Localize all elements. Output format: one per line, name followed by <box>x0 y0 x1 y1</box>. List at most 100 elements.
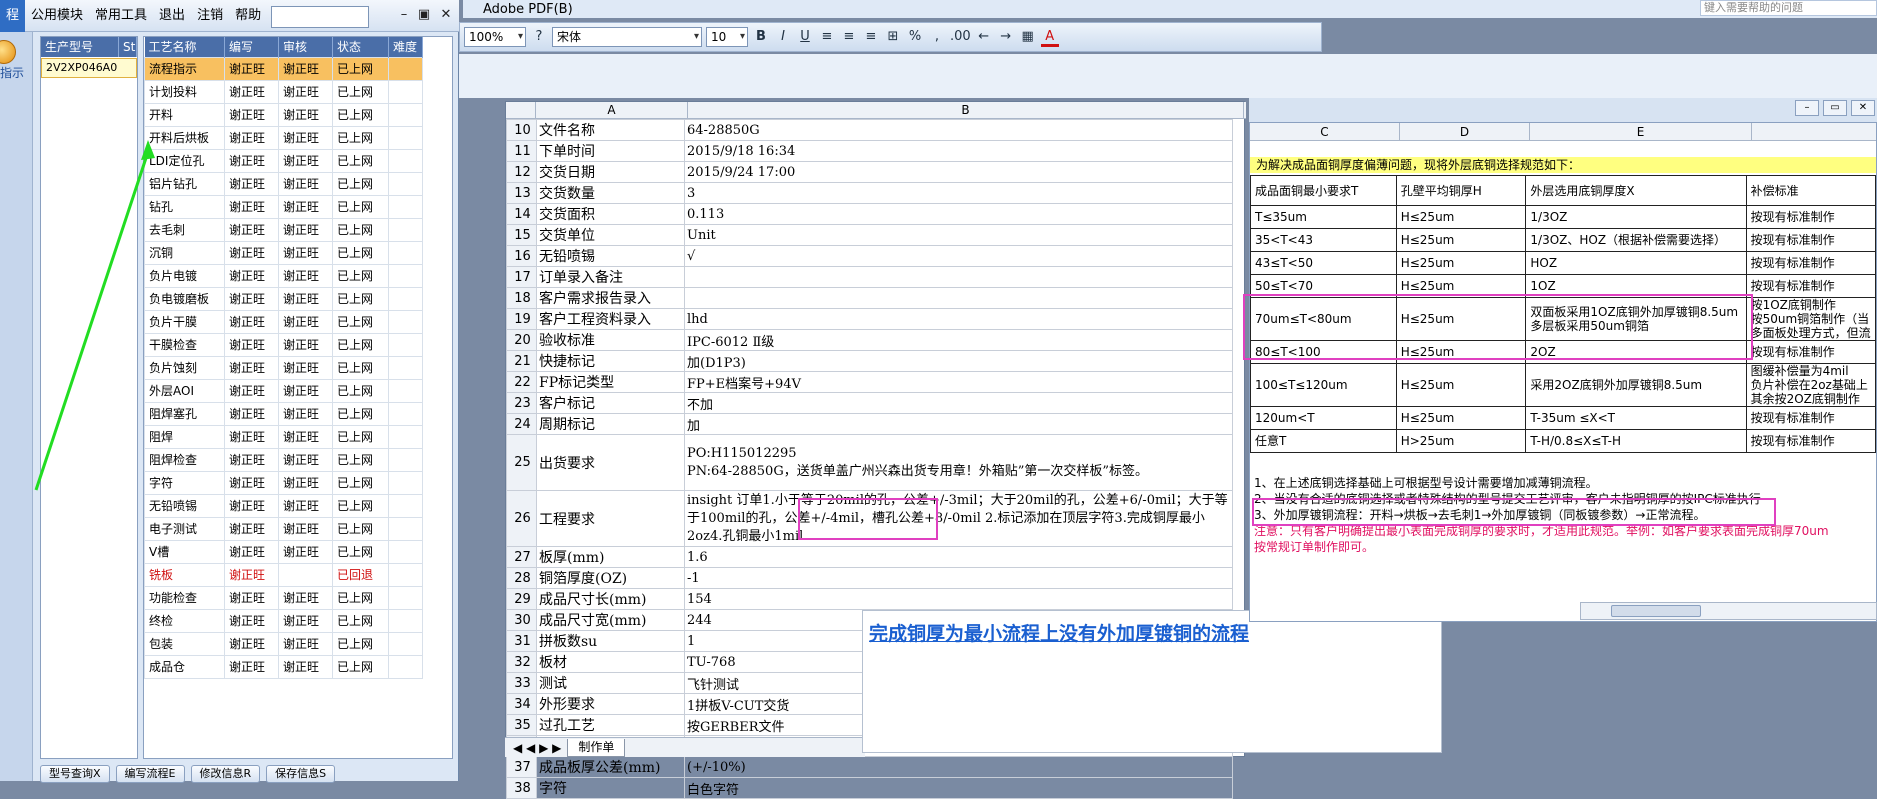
row-number[interactable]: 31 <box>506 630 537 652</box>
process-row[interactable]: 去毛刺 谢正旺 谢正旺 已上网 <box>144 217 423 242</box>
query-model-button[interactable]: 型号查询X <box>40 765 110 783</box>
field-value-cell[interactable]: 2015/9/18 16:34 <box>684 140 1233 162</box>
field-label-cell[interactable]: 快捷标记 <box>536 350 685 372</box>
field-label-cell[interactable]: 交货面积 <box>536 203 685 225</box>
row-number[interactable]: 25 <box>506 434 537 491</box>
header-difficulty[interactable]: 难度 <box>388 37 423 57</box>
field-value-cell[interactable]: (+/-10%) <box>684 756 1233 778</box>
column-header-d[interactable]: D <box>1400 123 1530 140</box>
process-row[interactable]: 阻焊 谢正旺 谢正旺 已上网 <box>144 424 423 449</box>
field-label-cell[interactable]: 成品尺寸宽(mm) <box>536 609 685 631</box>
process-row[interactable]: 沉铜 谢正旺 谢正旺 已上网 <box>144 240 423 265</box>
spec-base-copper-cell[interactable]: T-H/0.8≤X≤T-H <box>1525 429 1747 453</box>
underline-icon[interactable]: U <box>796 27 814 47</box>
field-value-cell[interactable]: IPC-6012 Ⅱ级 <box>684 329 1233 351</box>
spec-compensation-cell[interactable]: 按现有标准制作 <box>1745 340 1876 364</box>
field-label-cell[interactable]: 拼板数su <box>536 630 685 652</box>
comma-icon[interactable]: , <box>928 27 946 47</box>
font-size-select[interactable]: 10 <box>706 27 748 47</box>
process-row[interactable]: 负片电镀 谢正旺 谢正旺 已上网 <box>144 263 423 288</box>
menu-item-logout[interactable]: 注销 <box>191 0 229 32</box>
process-row[interactable]: 干膜检查 谢正旺 谢正旺 已上网 <box>144 332 423 357</box>
field-label-cell[interactable]: 板厚(mm) <box>536 546 685 568</box>
process-row[interactable]: 负电镀磨板 谢正旺 谢正旺 已上网 <box>144 286 423 311</box>
process-row[interactable]: 开料后烘板 谢正旺 谢正旺 已上网 <box>144 125 423 150</box>
field-label-cell[interactable]: 板材 <box>536 651 685 673</box>
row-number[interactable]: 28 <box>506 567 537 589</box>
spec-min-copper-cell[interactable]: 43≤T<50 <box>1250 251 1397 275</box>
row-number[interactable]: 13 <box>506 182 537 204</box>
sheet-nav-arrows[interactable]: ◀ ◀ ▶ ▶ <box>513 741 561 755</box>
header-product-model[interactable]: 生产型号 <box>41 37 119 57</box>
spec-compensation-cell[interactable]: 按现有标准制作 <box>1745 406 1876 430</box>
header-reviewer[interactable]: 审核 <box>278 37 333 57</box>
field-label-cell[interactable]: FP标记类型 <box>536 371 685 393</box>
row-number[interactable]: 20 <box>506 329 537 351</box>
row-number[interactable]: 29 <box>506 588 537 610</box>
field-label-cell[interactable]: 出货要求 <box>536 434 685 491</box>
spec-min-copper-cell[interactable]: T≤35um <box>1250 205 1397 229</box>
row-number[interactable]: 12 <box>506 161 537 183</box>
help-search-input[interactable]: 键入需要帮助的问题 <box>1700 0 1877 16</box>
field-value-cell[interactable]: Unit <box>684 224 1233 246</box>
field-label-cell[interactable]: 客户需求报告录入 <box>536 287 685 309</box>
sheet-tab-production[interactable]: 制作单 <box>567 738 626 757</box>
minimize-icon[interactable]: – <box>396 7 412 23</box>
spec-compensation-cell[interactable]: 按现有标准制作 <box>1745 274 1876 298</box>
row-number[interactable]: 27 <box>506 546 537 568</box>
spec-hole-copper-cell[interactable]: H≤25um <box>1395 363 1527 407</box>
process-row[interactable]: 开料 谢正旺 谢正旺 已上网 <box>144 102 423 127</box>
process-row[interactable]: 负片干膜 谢正旺 谢正旺 已上网 <box>144 309 423 334</box>
right-minimize-icon[interactable]: – <box>1795 100 1819 116</box>
menu-adobe-pdf[interactable]: Adobe PDF(B) <box>463 2 573 17</box>
font-name-select[interactable]: 宋体 <box>552 27 702 47</box>
column-header-c[interactable]: C <box>1250 123 1400 140</box>
field-value-cell[interactable]: 加 <box>684 413 1233 435</box>
field-label-cell[interactable]: 无铅喷锡 <box>536 245 685 267</box>
spec-hole-copper-cell[interactable]: H≤25um <box>1395 406 1527 430</box>
process-row[interactable]: 外层AOI 谢正旺 谢正旺 已上网 <box>144 378 423 403</box>
column-header-f[interactable] <box>1752 123 1876 140</box>
process-row[interactable]: 阻焊塞孔 谢正旺 谢正旺 已上网 <box>144 401 423 426</box>
row-number[interactable]: 16 <box>506 245 537 267</box>
field-label-cell[interactable]: 客户工程资料录入 <box>536 308 685 330</box>
spec-base-copper-cell[interactable]: T-35um ≤X<T <box>1525 406 1747 430</box>
spec-base-copper-cell[interactable]: 1/3OZ <box>1525 205 1747 229</box>
spec-hole-copper-cell[interactable]: H>25um <box>1395 429 1527 453</box>
edit-info-button[interactable]: 修改信息R <box>190 765 261 783</box>
row-number[interactable]: 30 <box>506 609 537 631</box>
spec-hole-copper-cell[interactable]: H≤25um <box>1395 251 1527 275</box>
field-value-cell[interactable]: lhd <box>684 308 1233 330</box>
row-number[interactable]: 18 <box>506 287 537 309</box>
spec-base-copper-cell[interactable]: HOZ <box>1525 251 1747 275</box>
increase-decimal-icon[interactable]: .00 <box>950 27 971 47</box>
field-label-cell[interactable]: 外形要求 <box>536 693 685 715</box>
field-value-cell[interactable]: 1.6 <box>684 546 1233 568</box>
field-value-cell[interactable] <box>684 266 1233 288</box>
restore-icon[interactable]: ▣ <box>416 7 432 23</box>
menu-item-process[interactable]: 程 <box>0 0 26 32</box>
spec-base-copper-cell[interactable]: 采用2OZ底铜外加厚镀铜8.5um <box>1525 363 1747 407</box>
process-row[interactable]: 包装 谢正旺 谢正旺 已上网 <box>144 631 423 656</box>
menu-item-common-module[interactable]: 公用模块 <box>25 0 89 32</box>
row-number[interactable]: 34 <box>506 693 537 715</box>
row-number[interactable]: 33 <box>506 672 537 694</box>
corner-cell[interactable] <box>506 102 536 118</box>
field-value-cell[interactable]: 加(D1P3) <box>684 350 1233 372</box>
column-header-b[interactable]: B <box>688 102 1244 118</box>
bold-icon[interactable]: B <box>752 27 770 47</box>
process-row[interactable]: V槽 谢正旺 谢正旺 已上网 <box>144 539 423 564</box>
spec-min-copper-cell[interactable]: 任意T <box>1250 429 1397 453</box>
row-number[interactable]: 35 <box>506 714 537 736</box>
field-value-cell[interactable]: 64-28850G <box>684 119 1233 141</box>
spec-compensation-cell[interactable]: 按现有标准制作 <box>1745 429 1876 453</box>
process-row[interactable]: 流程指示 谢正旺 谢正旺 已上网 <box>144 56 423 81</box>
row-number[interactable]: 10 <box>506 119 537 141</box>
field-label-cell[interactable]: 工程要求 <box>536 490 685 547</box>
help-icon[interactable]: ? <box>530 27 548 47</box>
menu-item-exit[interactable]: 退出 <box>153 0 191 32</box>
header-writer[interactable]: 编写 <box>224 37 279 57</box>
field-label-cell[interactable]: 客户标记 <box>536 392 685 414</box>
field-value-cell[interactable]: 154 <box>684 588 1233 610</box>
scrollbar-thumb[interactable] <box>1611 605 1701 617</box>
